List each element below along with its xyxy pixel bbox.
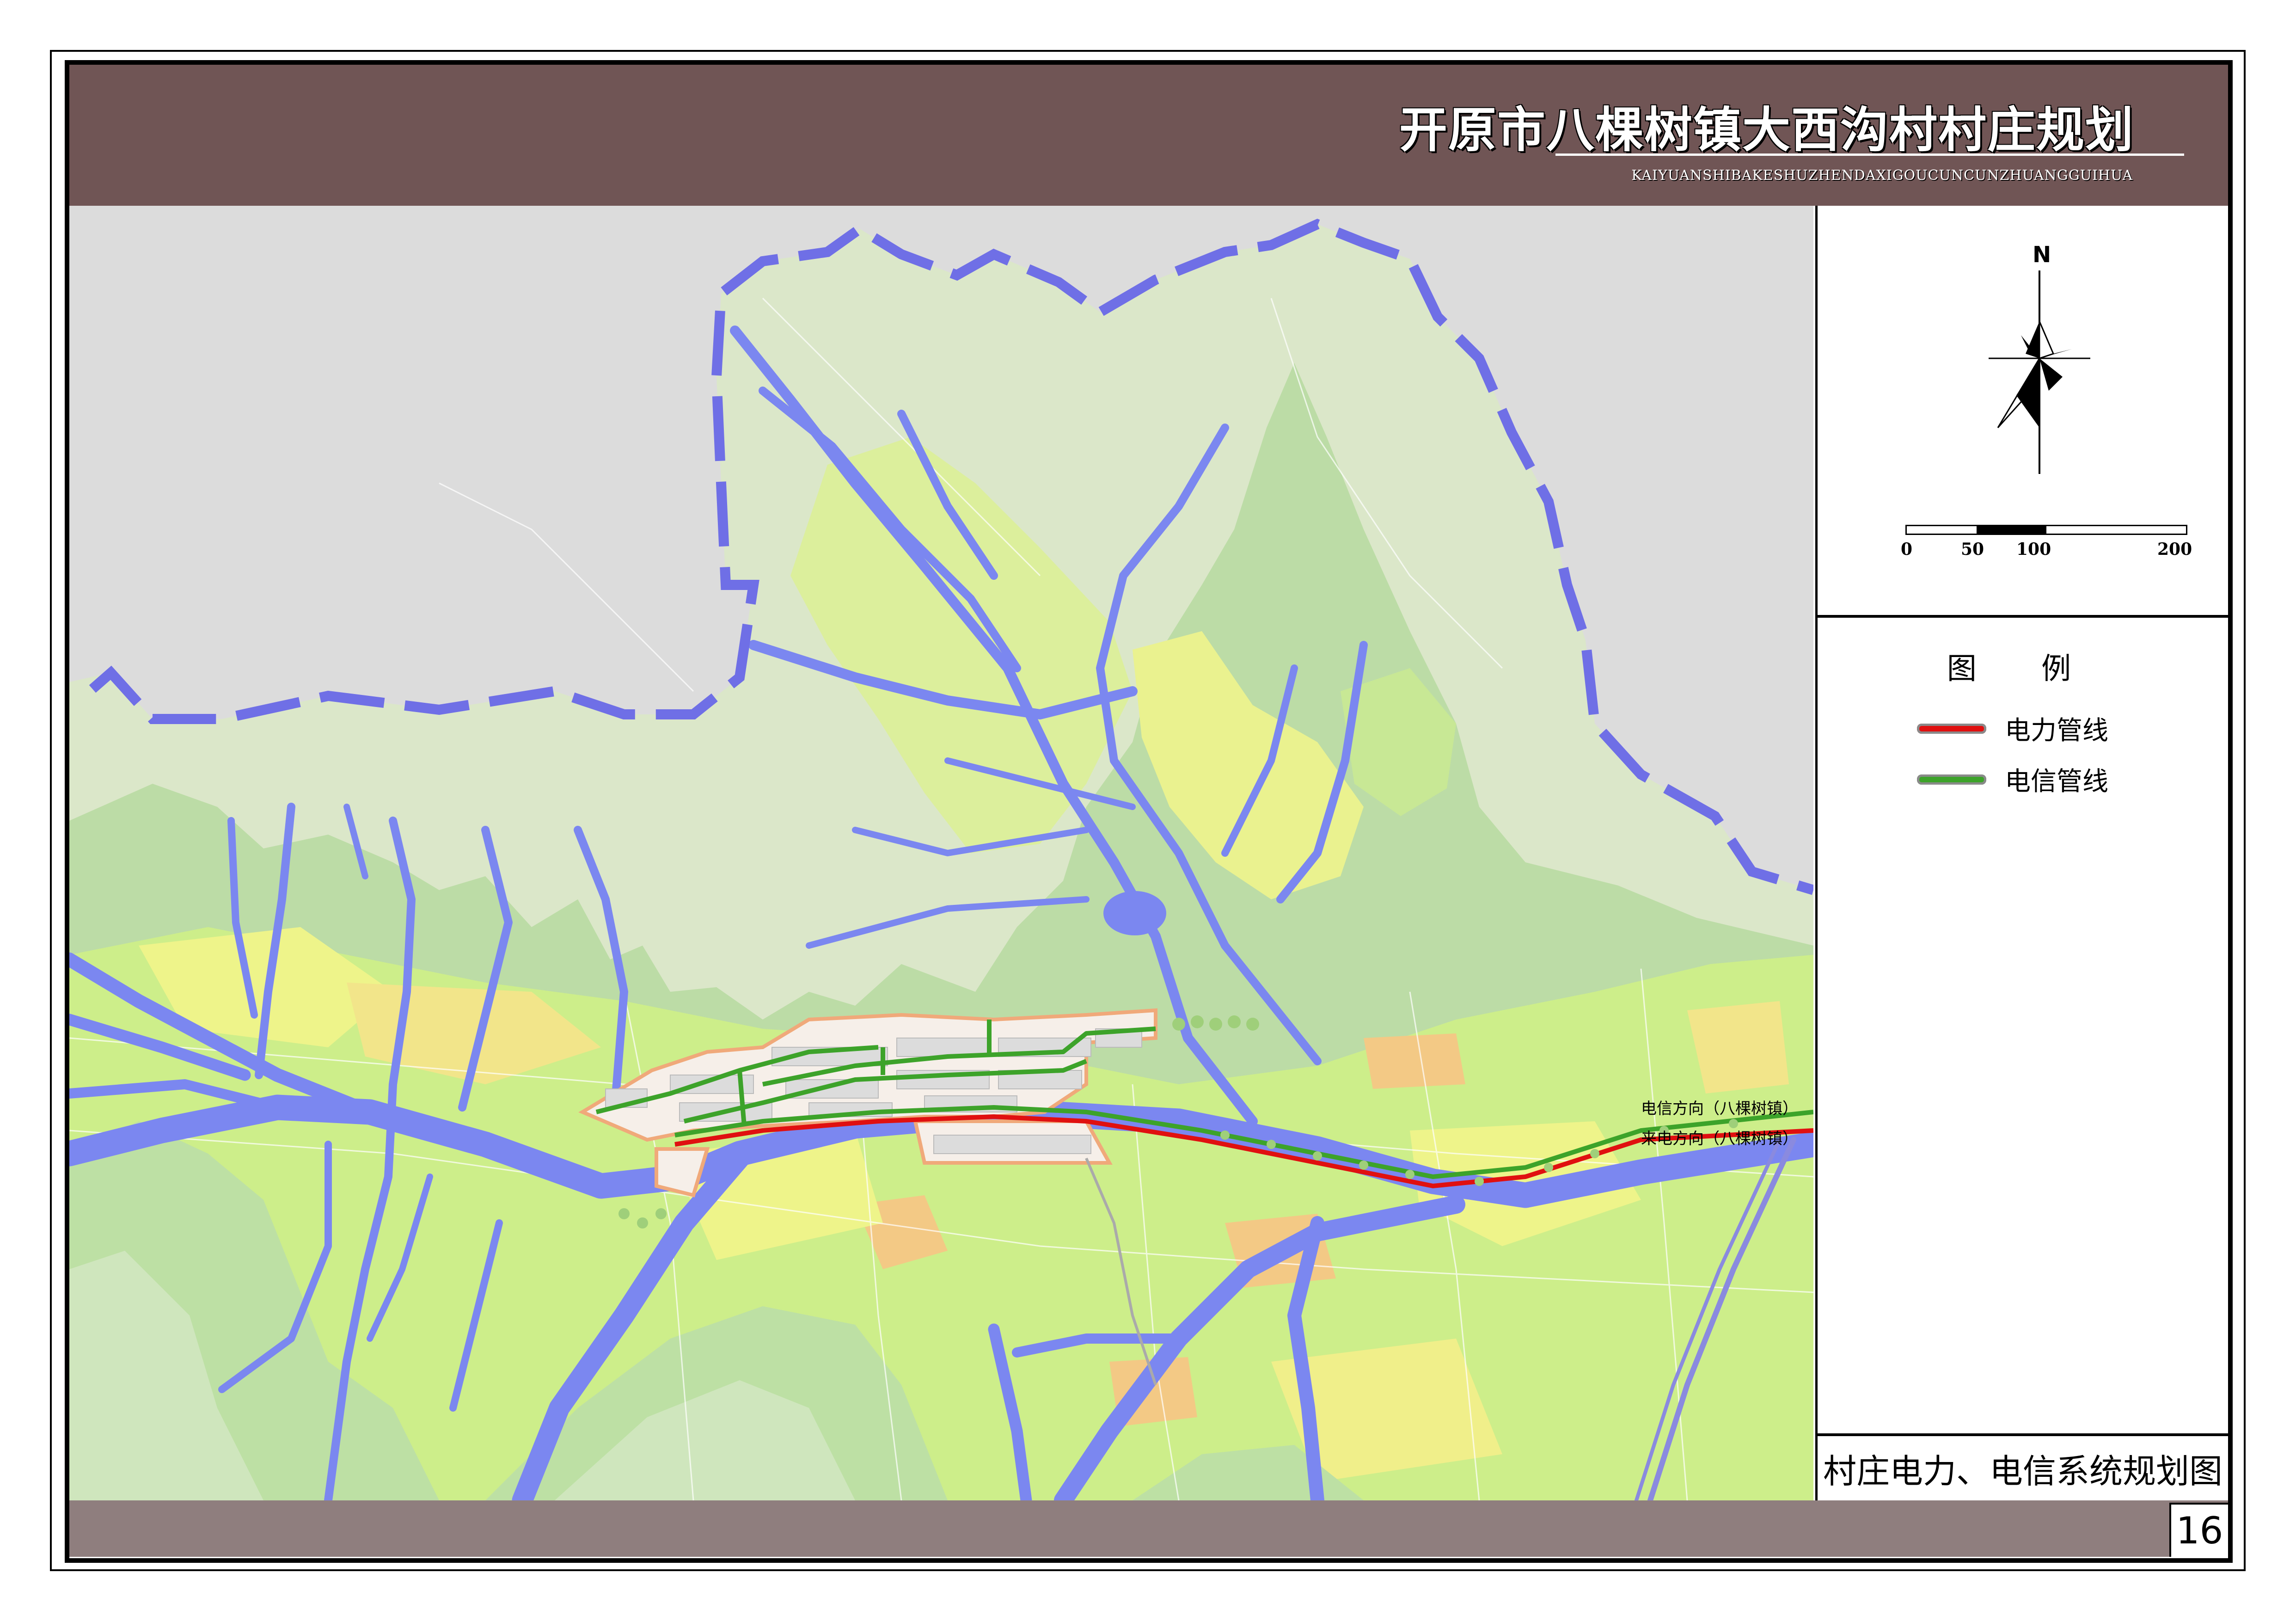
legend-title: 图 例 — [1947, 652, 2099, 686]
footer-band — [69, 1500, 2228, 1557]
scale-tick-50: 50 — [1961, 540, 1984, 559]
power-direction-label: 来电方向（八棵树镇） — [1641, 1130, 1798, 1148]
side-panel: N 0 50 100 200 图 例 电力管线 电信管线 村庄电力、电信系统规划… — [1815, 206, 2228, 1500]
farmland-patch — [1364, 1033, 1465, 1089]
scale-bar — [1905, 525, 2187, 535]
scale-tick-200: 200 — [2157, 540, 2192, 559]
scale-tick-100: 100 — [2016, 540, 2051, 559]
power-line-swatch — [1917, 723, 1986, 734]
north-arrow-icon — [1989, 270, 2090, 474]
scale-tick-0: 0 — [1901, 540, 1913, 559]
legend-label-telecom: 电信管线 — [2005, 767, 2108, 797]
panel-divider — [1818, 615, 2228, 618]
map-subtitle-pinyin: KAIYUANSHIBAKESHUZHENDAXIGOUCUNCUNZHUANG… — [1631, 167, 2133, 184]
telecom-line-swatch — [1917, 774, 1986, 785]
telecom-direction-label: 电信方向（八棵树镇） — [1641, 1100, 1798, 1118]
map-canvas[interactable]: 电信方向（八棵树镇） 来电方向（八棵树镇） — [69, 206, 1813, 1500]
panel-divider — [1818, 1433, 2228, 1436]
north-label: N — [2033, 242, 2051, 268]
terrain-map — [69, 219, 1813, 1500]
legend-label-power: 电力管线 — [2005, 716, 2108, 746]
plan-sheet-title: 村庄电力、电信系统规划图 — [1823, 1451, 2223, 1491]
pond — [1103, 891, 1166, 935]
legend-item-power: 电力管线 — [1917, 710, 2108, 747]
page-number: 16 — [2169, 1503, 2228, 1557]
legend-item-telecom: 电信管线 — [1917, 761, 2108, 798]
title-underline — [1555, 154, 2184, 156]
map-title: 开原市八棵树镇大西沟村村庄规划 — [1399, 102, 2134, 158]
